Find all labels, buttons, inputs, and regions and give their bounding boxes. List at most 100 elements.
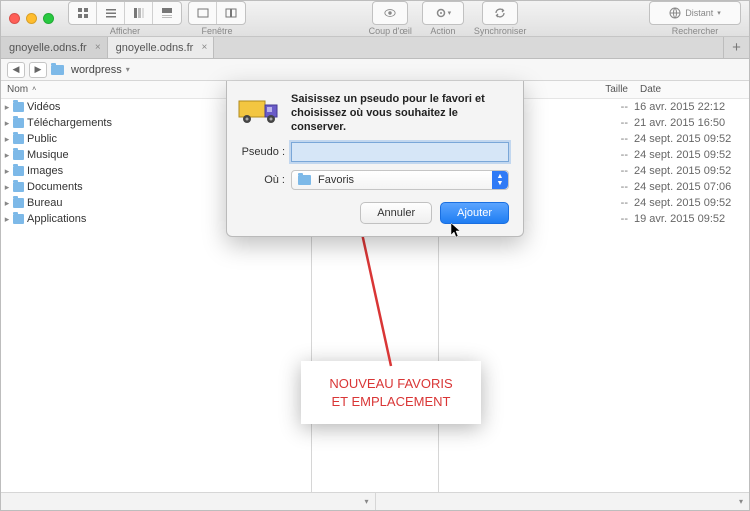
- file-size: --: [584, 213, 634, 225]
- file-date: 24 sept. 2015 09:52: [634, 165, 749, 177]
- sync-label: Synchroniser: [474, 26, 527, 36]
- disclosure-icon[interactable]: ▸: [1, 134, 13, 145]
- annotation-box: NOUVEAU FAVORIS ET EMPLACEMENT: [301, 361, 481, 424]
- folder-icon: [13, 102, 24, 112]
- view-coverflow-button[interactable]: [153, 2, 181, 24]
- list-item-meta: --24 sept. 2015 09:52: [584, 195, 749, 211]
- disclosure-icon[interactable]: ▸: [1, 198, 13, 209]
- disclosure-icon[interactable]: ▸: [1, 102, 13, 113]
- view-label: Afficher: [110, 26, 140, 36]
- new-tab-button[interactable]: +: [723, 37, 749, 58]
- annotation-line2: ET EMPLACEMENT: [313, 393, 469, 411]
- file-date: 24 sept. 2015 09:52: [634, 149, 749, 161]
- file-date: 24 sept. 2015 07:06: [634, 181, 749, 193]
- folder-icon: [13, 150, 24, 160]
- file-date: 19 avr. 2015 09:52: [634, 213, 749, 225]
- file-size: --: [584, 133, 634, 145]
- window-controls: [9, 13, 54, 24]
- close-window-button[interactable]: [9, 13, 20, 24]
- zoom-window-button[interactable]: [43, 13, 54, 24]
- file-date: 16 avr. 2015 22:12: [634, 101, 749, 113]
- col-date-header[interactable]: Date: [634, 81, 749, 98]
- close-tab-icon[interactable]: ×: [202, 42, 208, 53]
- select-arrows-icon: ▲▼: [492, 171, 508, 189]
- window-segment: Fenêtre: [188, 1, 246, 36]
- pseudo-label: Pseudo :: [237, 146, 285, 158]
- quicklook-segment: Coup d'œil: [369, 1, 412, 36]
- tab-label: gnoyelle.odns.fr: [9, 42, 87, 54]
- folder-icon: [13, 198, 24, 208]
- quicklook-label: Coup d'œil: [369, 26, 412, 36]
- folder-icon: [13, 118, 24, 128]
- minimize-window-button[interactable]: [26, 13, 37, 24]
- list-item-meta: --21 avr. 2015 16:50: [584, 115, 749, 131]
- add-button[interactable]: Ajouter: [440, 202, 509, 224]
- file-size: --: [584, 149, 634, 161]
- disclosure-icon[interactable]: ▸: [1, 118, 13, 129]
- window-split-button[interactable]: [217, 2, 245, 24]
- app-window: Afficher Fenêtre Coup d'œil ▾ Action Syn…: [0, 0, 750, 511]
- list-item-meta: --19 avr. 2015 09:52: [584, 211, 749, 227]
- disclosure-icon[interactable]: ▸: [1, 182, 13, 193]
- status-right: ▾: [375, 493, 750, 510]
- file-size: --: [584, 197, 634, 209]
- list-item-meta: --24 sept. 2015 09:52: [584, 163, 749, 179]
- nav-forward-button[interactable]: ▶: [29, 62, 47, 78]
- file-size: --: [584, 101, 634, 113]
- window-label: Fenêtre: [201, 26, 232, 36]
- sync-segment: Synchroniser: [474, 1, 527, 36]
- view-icon-button[interactable]: [69, 2, 97, 24]
- location-label: Où :: [237, 174, 285, 186]
- path-current[interactable]: wordpress: [71, 64, 122, 76]
- file-size: --: [584, 181, 634, 193]
- col-size-header[interactable]: Taille: [584, 81, 634, 98]
- folder-icon: [13, 166, 24, 176]
- close-tab-icon[interactable]: ×: [95, 42, 101, 53]
- list-item-meta: --24 sept. 2015 07:06: [584, 179, 749, 195]
- nav-back-button[interactable]: ◀: [7, 62, 25, 78]
- location-value: Favoris: [318, 174, 354, 186]
- folder-icon: [13, 182, 24, 192]
- list-item-meta: --24 sept. 2015 09:52: [584, 147, 749, 163]
- annotation-line1: NOUVEAU FAVORIS: [313, 375, 469, 393]
- status-left: ▾: [1, 493, 375, 510]
- remote-button[interactable]: Distant▾: [650, 2, 740, 24]
- pathbar: ◀ ▶ wordpress ▾: [1, 59, 749, 81]
- view-list-button[interactable]: [97, 2, 125, 24]
- list-item-meta: --24 sept. 2015 09:52: [584, 131, 749, 147]
- cursor-icon: [451, 223, 463, 242]
- disclosure-icon[interactable]: ▸: [1, 166, 13, 177]
- favorite-sheet: Saisissez un pseudo pour le favori et ch…: [226, 81, 524, 237]
- truck-icon: [237, 93, 283, 129]
- tab-2[interactable]: × gnoyelle.odns.fr: [108, 37, 215, 58]
- sheet-message: Saisissez un pseudo pour le favori et ch…: [291, 93, 509, 134]
- remote-text: Distant: [685, 8, 713, 18]
- file-size: --: [584, 117, 634, 129]
- titlebar: Afficher Fenêtre Coup d'œil ▾ Action Syn…: [1, 1, 749, 37]
- sync-button[interactable]: [483, 2, 517, 24]
- remote-segment: Distant▾ Rechercher: [649, 1, 741, 36]
- file-date: 21 avr. 2015 16:50: [634, 117, 749, 129]
- disclosure-icon[interactable]: ▸: [1, 214, 13, 225]
- action-label: Action: [430, 26, 455, 36]
- view-columns-button[interactable]: [125, 2, 153, 24]
- quicklook-button[interactable]: [373, 2, 407, 24]
- tab-1[interactable]: × gnoyelle.odns.fr: [1, 37, 108, 58]
- tab-label: gnoyelle.odns.fr: [116, 42, 194, 54]
- disclosure-icon[interactable]: ▸: [1, 150, 13, 161]
- folder-icon: [298, 175, 311, 185]
- statusbar: ▾ ▾: [1, 492, 749, 510]
- search-label: Rechercher: [672, 26, 719, 36]
- pseudo-input[interactable]: [291, 142, 509, 162]
- list-item-meta: --16 avr. 2015 22:12: [584, 99, 749, 115]
- file-size: --: [584, 165, 634, 177]
- location-select[interactable]: Favoris ▲▼: [291, 170, 509, 190]
- action-segment: ▾ Action: [422, 1, 464, 36]
- action-button[interactable]: ▾: [423, 2, 463, 24]
- folder-icon: [13, 134, 24, 144]
- window-single-button[interactable]: [189, 2, 217, 24]
- folder-icon: [51, 65, 64, 75]
- cancel-button[interactable]: Annuler: [360, 202, 432, 224]
- folder-icon: [13, 214, 24, 224]
- view-segment: Afficher: [68, 1, 182, 36]
